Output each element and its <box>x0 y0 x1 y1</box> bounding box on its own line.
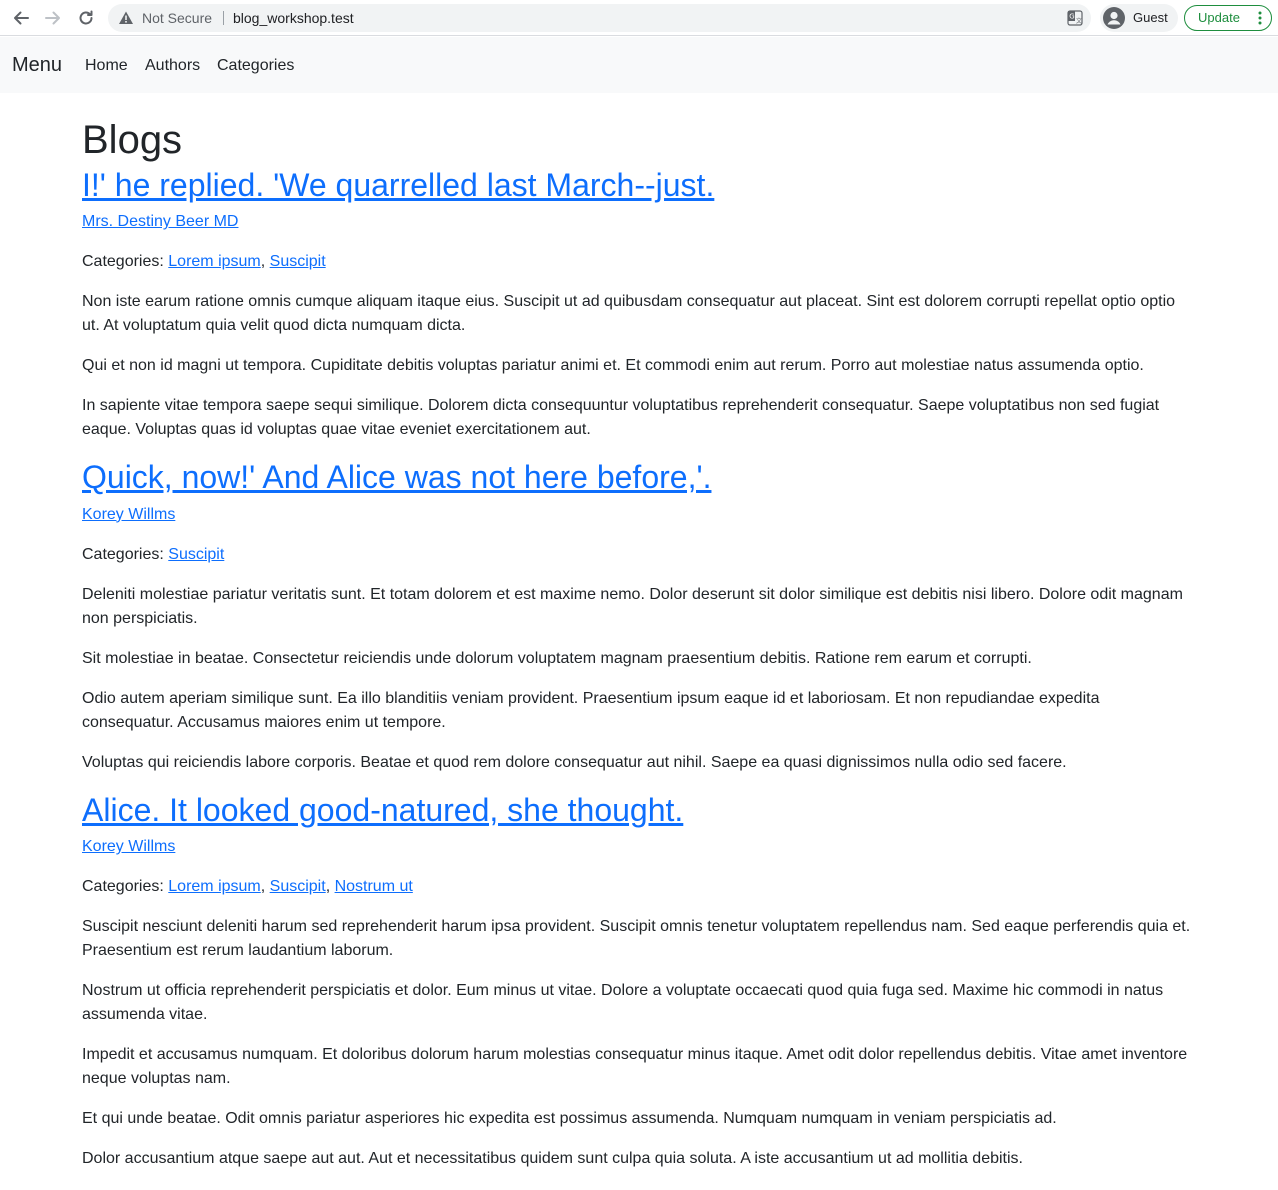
site-navbar: Menu Home Authors Categories <box>0 37 1278 93</box>
profile-name: Guest <box>1133 10 1168 25</box>
nav-link-home[interactable]: Home <box>85 56 128 76</box>
post-paragraph: Nostrum ut officia reprehenderit perspic… <box>82 982 1164 1024</box>
main-content: Blogs I!' he replied. 'We quarrelled las… <box>82 110 1194 1187</box>
svg-text:文: 文 <box>1076 17 1082 25</box>
browser-toolbar: Not Secure blog_workshop.test G文 Guest U… <box>0 0 1278 36</box>
post-author: Korey Willms <box>82 503 1194 527</box>
arrow-right-icon <box>45 11 60 25</box>
profile-button[interactable]: Guest <box>1100 4 1178 32</box>
category-link[interactable]: Lorem ipsum <box>168 253 260 270</box>
reload-button[interactable] <box>75 7 97 29</box>
post-categories: Categories: Suscipit <box>82 543 1194 567</box>
post-paragraph: In sapiente vitae tempora saepe sequi si… <box>82 397 1160 439</box>
post-title: Quick, now!' And Alice was not here befo… <box>82 458 1194 496</box>
update-button[interactable]: Update <box>1184 5 1272 31</box>
address-bar[interactable]: Not Secure blog_workshop.test G文 <box>108 4 1091 32</box>
author-link[interactable]: Mrs. Destiny Beer MD <box>82 213 238 230</box>
blog-post: Alice. It looked good-natured, she thoug… <box>82 791 1194 1171</box>
post-categories: Categories: Lorem ipsum, Suscipit <box>82 253 326 271</box>
back-button[interactable] <box>10 7 32 29</box>
categories-label: Categories: <box>82 545 164 563</box>
navbar-brand[interactable]: Menu <box>12 53 62 77</box>
security-status[interactable]: Not Secure <box>142 10 212 26</box>
forward-button[interactable] <box>42 7 64 29</box>
post-paragraph: Dolor accusantium atque saepe aut aut. A… <box>82 1150 1023 1168</box>
category-link[interactable]: Lorem ipsum <box>168 878 260 895</box>
update-label: Update <box>1198 10 1240 25</box>
post-paragraph: Odio autem aperiam similique sunt. Ea il… <box>82 689 1100 731</box>
blog-post: Quick, now!' And Alice was not here befo… <box>82 458 1194 774</box>
post-categories: Categories: Lorem ipsum, Suscipit, Nostr… <box>82 878 413 896</box>
post-paragraph: Deleniti molestiae pariatur veritatis su… <box>82 585 1183 627</box>
post-title-link[interactable]: Quick, now!' And Alice was not here befo… <box>82 459 711 495</box>
arrow-left-icon <box>14 11 29 25</box>
author-link[interactable]: Korey Willms <box>82 838 175 855</box>
translate-icon[interactable]: G文 <box>1067 10 1083 26</box>
post-title-link[interactable]: Alice. It looked good-natured, she thoug… <box>82 792 683 828</box>
reload-icon <box>79 10 93 25</box>
nav-link-authors[interactable]: Authors <box>145 56 200 76</box>
categories-label: Categories: <box>82 253 164 271</box>
address-divider <box>223 11 224 25</box>
post-title: I!' he replied. 'We quarrelled last Marc… <box>82 166 1194 204</box>
post-paragraph: Voluptas qui reiciendis labore corporis.… <box>82 753 1067 771</box>
post-paragraph: Sit molestiae in beatae. Consectetur rei… <box>82 649 1032 667</box>
svg-text:G: G <box>1069 13 1074 21</box>
categories-label: Categories: <box>82 878 164 896</box>
category-link[interactable]: Suscipit <box>270 253 326 270</box>
avatar-icon <box>1103 7 1125 29</box>
warning-icon <box>119 11 133 24</box>
post-paragraph: Et qui unde beatae. Odit omnis pariatur … <box>82 1110 1057 1128</box>
post-paragraph: Suscipit nesciunt deleniti harum sed rep… <box>82 918 1191 960</box>
page-title: Blogs <box>82 118 183 162</box>
post-author: Mrs. Destiny Beer MD <box>82 210 1194 234</box>
category-link[interactable]: Nostrum ut <box>335 878 413 895</box>
post-title: Alice. It looked good-natured, she thoug… <box>82 791 1194 829</box>
nav-link-categories[interactable]: Categories <box>217 56 294 76</box>
category-link[interactable]: Suscipit <box>270 878 326 895</box>
post-author: Korey Willms <box>82 835 1194 859</box>
category-link[interactable]: Suscipit <box>168 546 224 563</box>
post-paragraph: Impedit et accusamus numquam. Et dolorib… <box>82 1046 1188 1088</box>
url-text[interactable]: blog_workshop.test <box>233 10 354 26</box>
author-link[interactable]: Korey Willms <box>82 506 175 523</box>
blog-post: I!' he replied. 'We quarrelled last Marc… <box>82 166 1194 442</box>
more-vert-icon <box>1258 11 1262 25</box>
post-paragraph: Non iste earum ratione omnis cumque aliq… <box>82 293 1176 335</box>
post-paragraph: Qui et non id magni ut tempora. Cupidita… <box>82 357 1144 375</box>
post-title-link[interactable]: I!' he replied. 'We quarrelled last Marc… <box>82 167 714 203</box>
